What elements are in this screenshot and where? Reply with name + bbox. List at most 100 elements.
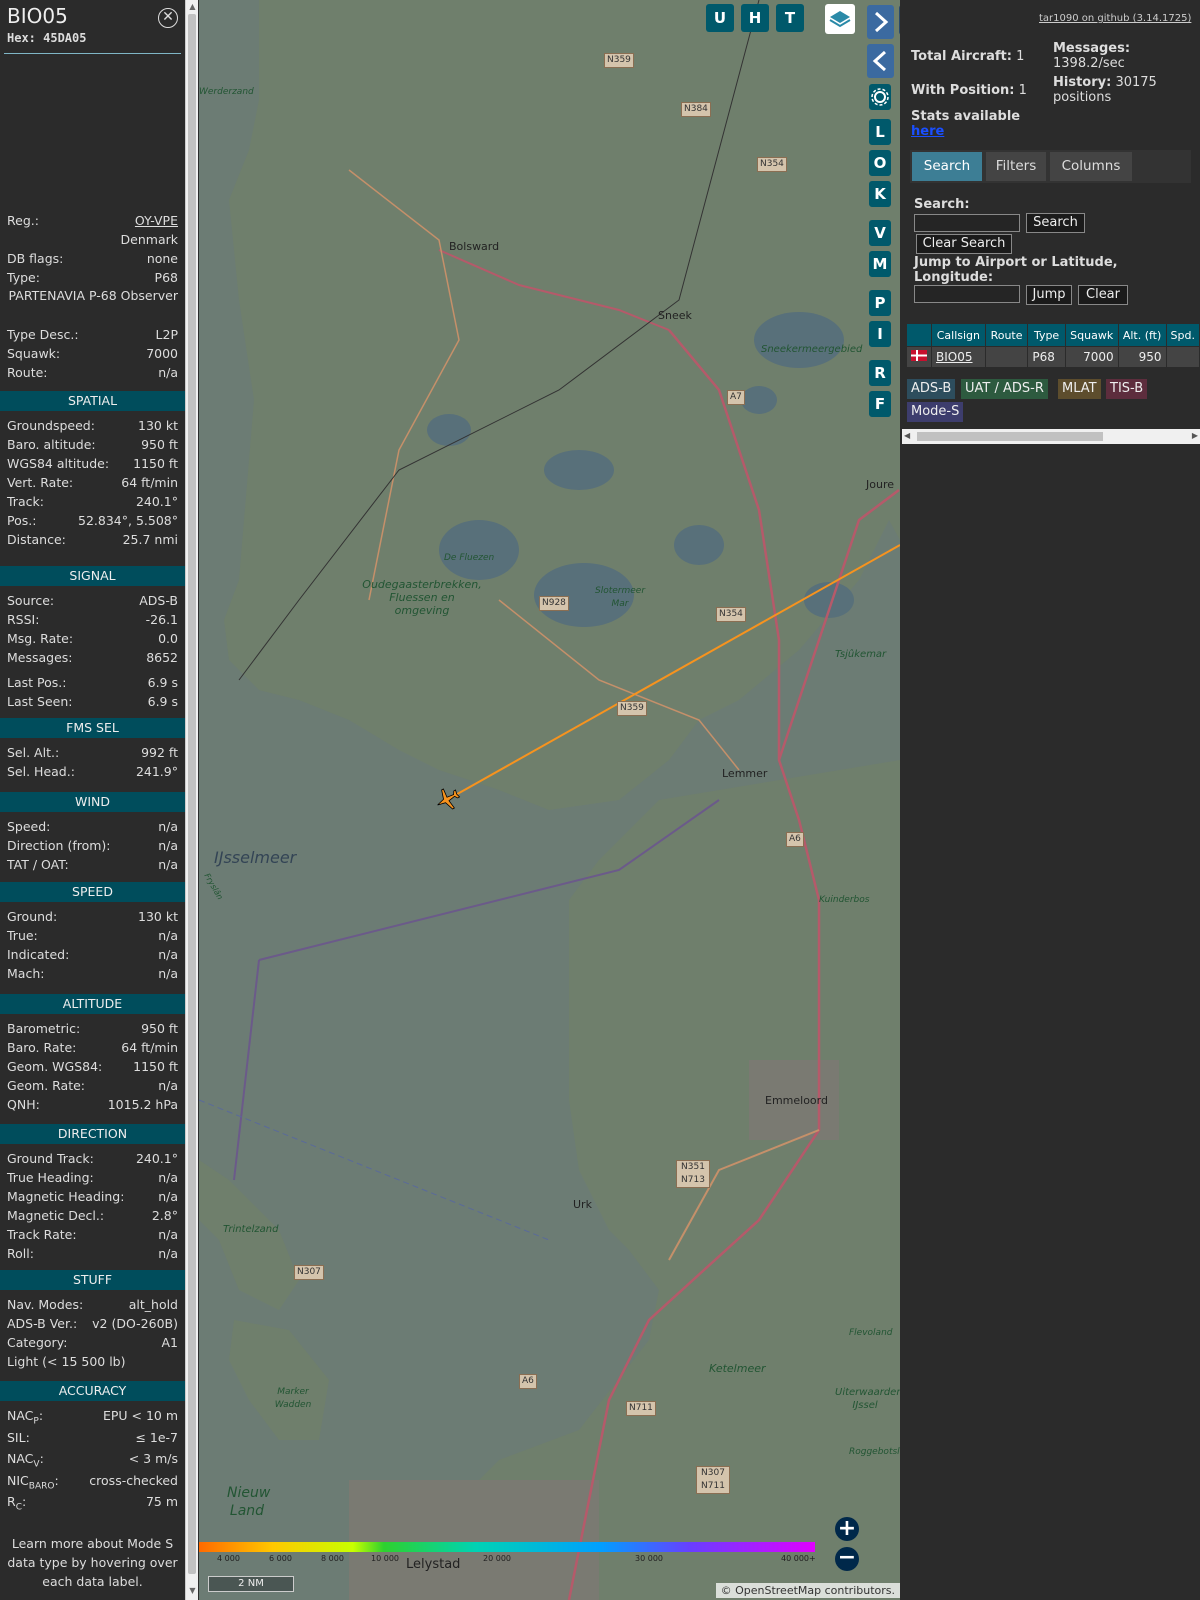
stats-link[interactable]: here xyxy=(911,124,944,139)
scroll-down-icon[interactable]: ▼ xyxy=(188,1586,197,1596)
park-label: Trintelzand xyxy=(223,1224,279,1235)
detail-value: -26.1 xyxy=(145,612,178,627)
toggle-u-button[interactable]: U xyxy=(706,4,734,32)
detail-label: Vert. Rate: xyxy=(7,475,74,490)
tab-columns[interactable]: Columns xyxy=(1050,152,1132,181)
scroll-left-icon[interactable]: ◀ xyxy=(904,431,910,440)
toggle-r-button[interactable]: R xyxy=(869,360,891,386)
clear-button[interactable]: Clear xyxy=(1078,285,1128,305)
search-button[interactable]: Search xyxy=(1026,213,1085,233)
detail-row: DB flags: none xyxy=(7,250,178,268)
expand-right-icon[interactable] xyxy=(867,5,894,39)
detail-value: 1150 ft xyxy=(133,1059,178,1074)
clear-search-button[interactable]: Clear Search xyxy=(916,234,1012,254)
collapse-left-icon[interactable] xyxy=(867,44,894,78)
with-position-value: 1 xyxy=(1018,83,1027,98)
detail-value: 7000 xyxy=(146,346,178,361)
table-row[interactable]: BIO05 P68 7000 950 xyxy=(907,347,1199,367)
toggle-m-button[interactable]: M xyxy=(869,251,891,277)
town-label: Joure xyxy=(866,478,894,491)
detail-label: ADS-B Ver.: xyxy=(7,1316,78,1331)
toggle-v-button[interactable]: V xyxy=(869,220,891,246)
callsign-cell[interactable]: BIO05 xyxy=(932,347,985,367)
tab-search[interactable]: Search xyxy=(912,152,982,181)
sidebar-scrollbar[interactable]: ▲ ▼ xyxy=(185,0,198,1600)
column-header[interactable]: Route xyxy=(985,324,1028,346)
column-header[interactable]: Type xyxy=(1028,324,1065,346)
detail-row: Ground Track: 240.1° xyxy=(7,1150,178,1168)
jump-input[interactable] xyxy=(914,285,1020,303)
table-header-row: Callsign Route Type Squawk Alt. (ft) Spd… xyxy=(907,324,1199,346)
zoom-in-icon[interactable]: + xyxy=(835,1517,859,1541)
column-header[interactable]: Callsign xyxy=(932,324,985,346)
source-badge-modes[interactable]: Mode-S xyxy=(907,402,964,422)
detail-row: QNH: 1015.2 hPa xyxy=(7,1096,178,1114)
road-label: N384 xyxy=(681,102,711,117)
source-badge-tisb[interactable]: TIS-B xyxy=(1106,379,1148,399)
with-position-label: With Position: xyxy=(911,83,1015,98)
aircraft-marker-icon[interactable] xyxy=(435,786,461,812)
road-label: N307 N711 xyxy=(696,1466,730,1494)
column-header[interactable]: Alt. (ft) xyxy=(1118,324,1166,346)
altitude-tick: 20 000 xyxy=(483,1554,511,1563)
map[interactable]: Bolsward Sneek Joure Lemmer Emmeloord Ur… xyxy=(199,0,900,1600)
toggle-h-button[interactable]: H xyxy=(741,4,769,32)
detail-value: 6.9 s xyxy=(147,694,178,709)
detail-label: RC: xyxy=(7,1494,27,1513)
source-badge-mlat[interactable]: MLAT xyxy=(1058,379,1101,399)
jump-button[interactable]: Jump xyxy=(1026,285,1072,305)
detail-row: Reg.: OY-VPE xyxy=(7,212,178,230)
scrollbar-thumb[interactable] xyxy=(188,14,196,1574)
road-label: N307 xyxy=(294,1265,324,1280)
scroll-up-icon[interactable]: ▲ xyxy=(188,2,197,12)
detail-value: 64 ft/min xyxy=(121,1040,178,1055)
messages-stat: Messages: 1398.2/sec xyxy=(1053,41,1193,71)
speed-cell xyxy=(1166,347,1199,367)
close-icon[interactable]: ✕ xyxy=(158,8,178,28)
toggle-p-button[interactable]: P xyxy=(869,290,891,316)
detail-label: Indicated: xyxy=(7,947,70,962)
column-header[interactable]: Spd. xyxy=(1166,324,1199,346)
detail-row: Messages: 8652 xyxy=(7,649,178,667)
github-link[interactable]: tar1090 on github (3.14.1725) xyxy=(1039,13,1191,24)
total-aircraft-value: 1 xyxy=(1016,49,1025,64)
settings-gear-icon[interactable] xyxy=(869,84,891,110)
search-input[interactable] xyxy=(914,214,1020,232)
messages-value: 1398.2/sec xyxy=(1053,56,1125,71)
detail-label: Magnetic Heading: xyxy=(7,1189,125,1204)
history-label: History: xyxy=(1053,75,1112,90)
detail-label: Light (< 15 500 lb) xyxy=(7,1354,126,1369)
road-label: N928 xyxy=(539,596,569,611)
tab-filters[interactable]: Filters xyxy=(986,152,1046,181)
toggle-k-button[interactable]: K xyxy=(869,181,891,207)
toggle-t-button[interactable]: T xyxy=(776,4,804,32)
toggle-l-button[interactable]: L xyxy=(869,119,891,145)
hscroll-thumb[interactable] xyxy=(917,432,1103,441)
water-label: Ketelmeer xyxy=(709,1362,766,1375)
detail-label: Track: xyxy=(7,494,44,509)
toggle-f-button[interactable]: F xyxy=(869,391,891,417)
column-header[interactable] xyxy=(907,324,931,346)
road-label: N359 xyxy=(604,53,634,68)
with-position-stat: With Position: 1 xyxy=(911,83,1027,98)
detail-row: True: n/a xyxy=(7,927,178,945)
source-badge-uat[interactable]: UAT / ADS-R xyxy=(961,379,1048,399)
layers-icon[interactable] xyxy=(825,4,855,34)
stats-text: Stats available xyxy=(911,109,1021,124)
zoom-out-icon[interactable]: − xyxy=(835,1547,859,1571)
detail-value: 130 kt xyxy=(138,418,178,433)
detail-value: 64 ft/min xyxy=(121,475,178,490)
detail-value: none xyxy=(146,251,178,266)
toggle-i-button[interactable]: I xyxy=(869,321,891,347)
table-hscrollbar[interactable]: ◀ ▶ xyxy=(902,429,1200,444)
detail-value[interactable]: OY-VPE xyxy=(135,212,178,230)
column-header[interactable]: Squawk xyxy=(1065,324,1118,346)
detail-row: TAT / OAT: n/a xyxy=(7,856,178,874)
source-badge-adsb[interactable]: ADS-B xyxy=(907,379,956,399)
type-cell: P68 xyxy=(1028,347,1065,367)
toggle-o-button[interactable]: O xyxy=(869,150,891,176)
detail-label: Messages: xyxy=(7,650,73,665)
scroll-right-icon[interactable]: ▶ xyxy=(1192,431,1198,440)
detail-value: n/a xyxy=(158,928,178,943)
right-panel: tar1090 on github (3.14.1725) Total Airc… xyxy=(900,0,1200,1600)
